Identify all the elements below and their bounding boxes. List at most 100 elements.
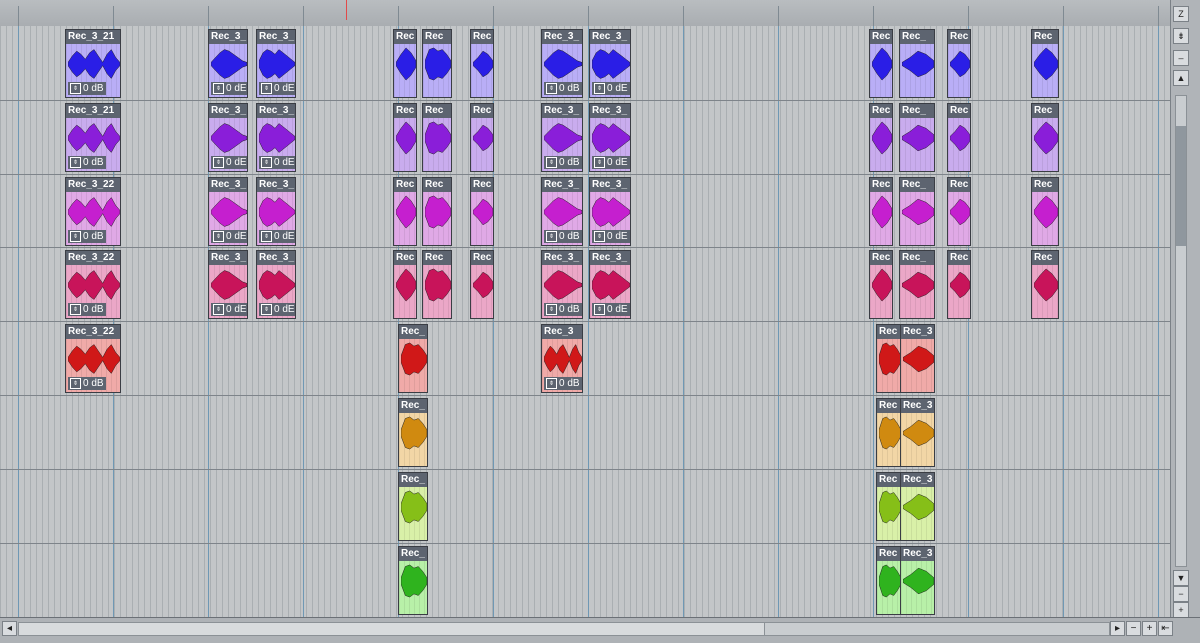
audio-clip[interactable]: Rec_: [398, 398, 428, 467]
zoom-fit-icon[interactable]: ⇤: [1158, 621, 1173, 636]
audio-clip[interactable]: Rec: [869, 103, 893, 172]
clip-gain-badge[interactable]: ⌽ 0 dE: [259, 303, 295, 316]
audio-clip[interactable]: Rec: [876, 472, 902, 541]
clip-gain-badge[interactable]: ⌽ 0 dB: [68, 377, 106, 390]
audio-clip[interactable]: Rec_3_ ⌽ 0 dE: [589, 250, 631, 319]
clip-gain-badge[interactable]: ⌽ 0 dB: [68, 303, 106, 316]
audio-clip[interactable]: Rec_3_22 ⌽ 0 dB: [65, 324, 121, 393]
clip-gain-badge[interactable]: ⌽ 0 dB: [544, 230, 582, 243]
clip-gain-badge[interactable]: ⌽ 0 dE: [211, 230, 247, 243]
horizontal-scrollbar[interactable]: ◂ ▸ − + ⇤: [0, 617, 1200, 643]
audio-clip[interactable]: Rec: [470, 29, 494, 98]
audio-clip[interactable]: Rec_3_ ⌽ 0 dE: [589, 29, 631, 98]
audio-clip[interactable]: Rec: [876, 324, 902, 393]
clip-gain-badge[interactable]: ⌽ 0 dB: [544, 156, 582, 169]
clip-gain-badge[interactable]: ⌽ 0 dE: [592, 230, 630, 243]
audio-clip[interactable]: Rec_3_ ⌽ 0 dE: [208, 177, 248, 246]
audio-clip[interactable]: Rec_3_22 ⌽ 0 dB: [65, 177, 121, 246]
zoom-out-horizontal-icon[interactable]: −: [1126, 621, 1141, 636]
zoom-in-vertical-icon[interactable]: +: [1173, 602, 1189, 618]
audio-clip[interactable]: Rec: [876, 546, 902, 615]
clip-gain-badge[interactable]: ⌽ 0 dE: [592, 156, 630, 169]
audio-clip[interactable]: Rec_3_ ⌽ 0 dE: [208, 250, 248, 319]
audio-clip[interactable]: Rec: [1031, 250, 1059, 319]
audio-clip[interactable]: Rec: [422, 29, 452, 98]
horizontal-scroll-track[interactable]: [18, 622, 1110, 636]
audio-clip[interactable]: Rec_3: [900, 472, 935, 541]
audio-clip[interactable]: Rec_3_ ⌽ 0 dE: [208, 103, 248, 172]
clip-gain-badge[interactable]: ⌽ 0 dB: [544, 303, 582, 316]
audio-clip[interactable]: Rec_: [398, 472, 428, 541]
audio-clip[interactable]: Rec: [470, 103, 494, 172]
clip-gain-badge[interactable]: ⌽ 0 dE: [592, 303, 630, 316]
audio-clip[interactable]: Rec_: [398, 324, 428, 393]
audio-clip[interactable]: Rec_: [899, 250, 935, 319]
audio-clip[interactable]: Rec_3_21 ⌽ 0 dB: [65, 103, 121, 172]
playhead-cursor[interactable]: [346, 0, 347, 20]
audio-clip[interactable]: Rec_3: [900, 398, 935, 467]
audio-clip[interactable]: Rec_3 ⌽ 0 dB: [541, 324, 583, 393]
audio-clip[interactable]: Rec: [422, 177, 452, 246]
fit-tracks-icon[interactable]: ⇟: [1173, 28, 1189, 44]
clip-gain-badge[interactable]: ⌽ 0 dB: [68, 156, 106, 169]
audio-clip[interactable]: Rec_3_ ⌽ 0 dE: [589, 103, 631, 172]
audio-clip[interactable]: Rec: [1031, 103, 1059, 172]
audio-clip[interactable]: Rec: [470, 250, 494, 319]
audio-clip[interactable]: Rec: [470, 177, 494, 246]
track-lanes-area[interactable]: Rec_3_21 ⌽ 0 dB Rec_3_ ⌽ 0 dE Rec_3_ ⌽ 0 dE Rec Re…: [0, 26, 1170, 617]
scroll-right-icon[interactable]: ▸: [1110, 621, 1125, 636]
clip-gain-badge[interactable]: ⌽ 0 dB: [68, 230, 106, 243]
audio-clip[interactable]: Rec_3: [900, 324, 935, 393]
audio-clip[interactable]: Rec: [393, 250, 417, 319]
horizontal-scroll-thumb[interactable]: [19, 623, 765, 635]
audio-clip[interactable]: Rec_3_ ⌽ 0 dE: [256, 103, 296, 172]
audio-clip[interactable]: Rec_: [899, 29, 935, 98]
audio-clip[interactable]: Rec_3_ ⌽ 0 dE: [256, 177, 296, 246]
audio-clip[interactable]: Rec: [1031, 29, 1059, 98]
audio-clip[interactable]: Rec_: [398, 546, 428, 615]
scroll-up-icon[interactable]: ▲: [1173, 70, 1189, 86]
audio-clip[interactable]: Rec_3_ ⌽ 0 dB: [541, 103, 583, 172]
audio-clip[interactable]: Rec: [393, 103, 417, 172]
zoom-out-vertical-icon[interactable]: −: [1173, 586, 1189, 602]
audio-clip[interactable]: Rec: [947, 103, 971, 172]
vertical-scrollbar[interactable]: Z ⇟ – ▲ ▼ − +: [1170, 0, 1200, 618]
audio-clip[interactable]: Rec_3_ ⌽ 0 dE: [256, 29, 296, 98]
audio-clip[interactable]: Rec: [869, 177, 893, 246]
clip-gain-badge[interactable]: ⌽ 0 dB: [544, 82, 582, 95]
clip-gain-badge[interactable]: ⌽ 0 dE: [211, 156, 247, 169]
clip-gain-badge[interactable]: ⌽ 0 dE: [211, 303, 247, 316]
audio-clip[interactable]: Rec: [393, 177, 417, 246]
audio-clip[interactable]: Rec: [393, 29, 417, 98]
audio-clip[interactable]: Rec_3: [900, 546, 935, 615]
clip-gain-badge[interactable]: ⌽ 0 dE: [211, 82, 247, 95]
audio-clip[interactable]: Rec: [947, 29, 971, 98]
audio-clip[interactable]: Rec_: [899, 103, 935, 172]
vertical-scroll-thumb[interactable]: [1176, 126, 1186, 246]
clip-gain-badge[interactable]: ⌽ 0 dE: [259, 156, 295, 169]
audio-clip[interactable]: Rec: [869, 250, 893, 319]
audio-clip[interactable]: Rec_3_ ⌽ 0 dB: [541, 177, 583, 246]
audio-clip[interactable]: Rec: [869, 29, 893, 98]
clip-gain-badge[interactable]: ⌽ 0 dE: [592, 82, 630, 95]
audio-clip[interactable]: Rec: [422, 103, 452, 172]
scroll-down-icon[interactable]: ▼: [1173, 570, 1189, 586]
audio-clip[interactable]: Rec_3_ ⌽ 0 dE: [256, 250, 296, 319]
timeline-ruler[interactable]: [0, 0, 1170, 27]
shrink-tracks-icon[interactable]: –: [1173, 50, 1189, 66]
clip-gain-badge[interactable]: ⌽ 0 dB: [68, 82, 106, 95]
zoom-in-horizontal-icon[interactable]: +: [1142, 621, 1157, 636]
clip-gain-badge[interactable]: ⌽ 0 dB: [544, 377, 582, 390]
audio-clip[interactable]: Rec_3_21 ⌽ 0 dB: [65, 29, 121, 98]
audio-clip[interactable]: Rec_: [899, 177, 935, 246]
audio-clip[interactable]: Rec: [422, 250, 452, 319]
audio-clip[interactable]: Rec: [1031, 177, 1059, 246]
audio-clip[interactable]: Rec: [876, 398, 902, 467]
audio-clip[interactable]: Rec_3_22 ⌽ 0 dB: [65, 250, 121, 319]
audio-clip[interactable]: Rec_3_ ⌽ 0 dB: [541, 29, 583, 98]
vertical-scroll-track[interactable]: [1175, 95, 1187, 567]
audio-clip[interactable]: Rec: [947, 250, 971, 319]
zoom-vertical-icon[interactable]: Z: [1173, 6, 1189, 22]
clip-gain-badge[interactable]: ⌽ 0 dE: [259, 82, 295, 95]
audio-clip[interactable]: Rec_3_ ⌽ 0 dE: [208, 29, 248, 98]
